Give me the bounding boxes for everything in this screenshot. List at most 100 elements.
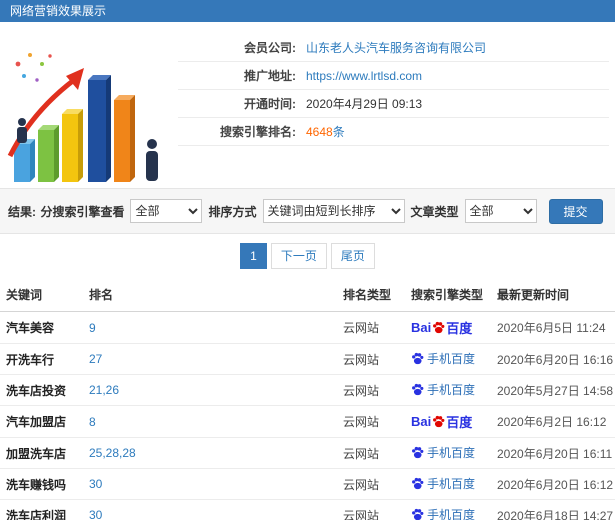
submit-button[interactable]: 提交: [548, 198, 603, 224]
keyword-cell: 开洗车行: [0, 343, 83, 375]
keyword-text: 汽车加盟店: [6, 415, 67, 429]
baidu-logo: Bai 百度: [411, 318, 472, 337]
rank-type-text: 云网站: [343, 508, 380, 520]
updated-cell: 2020年6月2日 16:12: [491, 405, 615, 438]
keyword-text: 开洗车行: [6, 352, 55, 367]
rank-cell: 9: [83, 311, 337, 344]
rank-type-cell: 云网站: [337, 468, 405, 500]
info-row-url: 推广地址: https://www.lrtlsd.com: [178, 62, 609, 90]
info-row-company: 会员公司: 山东老人头汽车服务咨询有限公司: [178, 34, 609, 62]
engine-cell: Bai 百度 手机百度: [405, 374, 491, 406]
rank-type-text: 云网站: [343, 383, 380, 398]
promo-url-label: 推广地址:: [244, 69, 296, 83]
rank-count-value: 4648条: [306, 123, 345, 140]
rank-type-cell: 云网站: [337, 374, 405, 406]
rank-type-text: 云网站: [343, 477, 380, 492]
mobile-baidu-badge: 手机百度: [411, 506, 475, 520]
table-row: 汽车美容 9 云网站 Bai 百度 2020年6月5日 11:24: [0, 311, 615, 344]
updated-cell: 2020年6月20日 16:12: [491, 468, 615, 500]
rank-count-label: 搜索引擎排名:: [220, 125, 296, 139]
rank-value: 27: [89, 352, 103, 366]
mobile-baidu-badge: 手机百度: [411, 381, 475, 398]
engine-cell: Bai 百度 手机百度: [405, 343, 491, 375]
chart-illustration: [0, 26, 178, 188]
rank-type-cell: 云网站: [337, 343, 405, 375]
updated-cell: 2020年6月20日 16:11: [491, 437, 615, 469]
rank-type-cell: 云网站: [337, 311, 405, 344]
updated-cell: 2020年6月18日 14:27: [491, 499, 615, 520]
updated-cell: 2020年6月20日 16:16: [491, 343, 615, 375]
rank-count-unit: 条: [332, 125, 345, 139]
confetti-dots: [15, 53, 52, 82]
header-engine-type: 搜索引擎类型: [405, 278, 491, 312]
engine-cell: Bai 百度 手机百度: [405, 405, 491, 438]
rank-type-text: 云网站: [343, 321, 380, 335]
company-link[interactable]: 山东老人头汽车服务咨询有限公司: [306, 39, 486, 56]
rank-cell: 8: [83, 405, 337, 438]
baidu-logo-cn: 百度: [446, 321, 473, 336]
updated-text: 2020年6月20日 16:12: [497, 477, 614, 492]
table-row: 加盟洗车店 25,28,28 云网站 Bai 百度: [0, 437, 615, 469]
article-type-filter-select[interactable]: 全部: [464, 199, 537, 223]
rank-count-number: 4648: [306, 125, 333, 139]
baidu-logo-cn: 百度: [446, 415, 473, 430]
promo-url-link[interactable]: https://www.lrtlsd.com: [306, 69, 422, 83]
mobile-baidu-label: 手机百度: [427, 383, 476, 397]
results-table-body: 汽车美容 9 云网站 Bai 百度 2020年6月5日 11:24 开洗车行 2…: [0, 311, 615, 520]
mobile-baidu-badge: 手机百度: [411, 475, 475, 492]
table-row: 洗车赚钱吗 30 云网站 Bai 百度: [0, 468, 615, 500]
page-number-current[interactable]: 1: [240, 243, 267, 269]
engine-cell: Bai 百度 手机百度: [405, 468, 491, 500]
results-section-label: 结果:: [8, 204, 36, 219]
rank-value: 25,28,28: [89, 446, 136, 460]
rank-type-text: 云网站: [343, 352, 380, 367]
rank-cell: 25,28,28: [83, 437, 337, 469]
mobile-baidu-badge: 手机百度: [411, 444, 475, 461]
engine-cell: Bai 百度 手机百度: [405, 311, 491, 344]
keyword-cell: 加盟洗车店: [0, 437, 83, 469]
page-title: 网络营销效果展示: [10, 4, 107, 18]
last-page-button[interactable]: 尾页: [330, 243, 375, 269]
open-time-value: 2020年4月29日 09:13: [306, 97, 423, 111]
next-page-button[interactable]: 下一页: [270, 243, 327, 269]
rank-cell: 30: [83, 468, 337, 500]
keyword-text: 洗车店投资: [6, 383, 67, 398]
results-table: 关键词 排名 排名类型 搜索引擎类型 最新更新时间 汽车美容 9 云网站 Bai…: [0, 278, 615, 520]
updated-text: 2020年6月5日 11:24: [497, 321, 606, 335]
keyword-text: 汽车美容: [6, 321, 55, 335]
mobile-baidu-paw-icon: [411, 383, 424, 396]
baidu-logo: Bai 百度: [411, 412, 472, 431]
engine-filter-label: 分搜索引擎查看: [40, 204, 125, 219]
header-updated: 最新更新时间: [491, 278, 615, 312]
info-row-open-time: 开通时间: 2020年4月29日 09:13: [178, 90, 609, 118]
engine-cell: Bai 百度 手机百度: [405, 499, 491, 520]
keyword-cell: 汽车美容: [0, 311, 83, 344]
company-label: 会员公司:: [244, 41, 296, 55]
table-row: 洗车店利润 30 云网站 Bai 百度: [0, 499, 615, 520]
table-row: 汽车加盟店 8 云网站 Bai 百度 2020年6月2日 16:12: [0, 405, 615, 438]
filter-controls: 分搜索引擎查看 全部 排序方式 关键词由短到长排序 文章类型 全部 提交: [36, 198, 607, 224]
baidu-paw-icon: [432, 321, 445, 334]
keyword-text: 洗车赚钱吗: [6, 477, 67, 492]
bars: [14, 75, 135, 182]
mobile-baidu-label: 手机百度: [427, 446, 476, 460]
baidu-paw-icon: [432, 415, 445, 428]
rank-type-cell: 云网站: [337, 437, 405, 469]
header-rank: 排名: [83, 278, 337, 312]
table-header-row: 关键词 排名 排名类型 搜索引擎类型 最新更新时间: [0, 278, 615, 312]
sort-filter-select[interactable]: 关键词由短到长排序: [262, 199, 405, 223]
rank-value: 8: [89, 414, 96, 429]
rank-type-cell: 云网站: [337, 405, 405, 438]
article-type-filter-label: 文章类型: [410, 204, 459, 219]
updated-cell: 2020年5月27日 14:58: [491, 374, 615, 406]
updated-text: 2020年6月20日 16:16: [497, 352, 614, 367]
open-time-label: 开通时间:: [244, 97, 296, 111]
rank-cell: 21,26: [83, 374, 337, 406]
sort-filter-label: 排序方式: [208, 204, 257, 219]
bar-chart-illustration-svg: [7, 53, 158, 182]
table-row: 开洗车行 27 云网站 Bai 百度: [0, 343, 615, 375]
engine-filter-select[interactable]: 全部: [130, 199, 203, 223]
keyword-cell: 洗车店利润: [0, 499, 83, 520]
keyword-cell: 洗车店投资: [0, 374, 83, 406]
updated-text: 2020年6月18日 14:27: [497, 508, 614, 520]
